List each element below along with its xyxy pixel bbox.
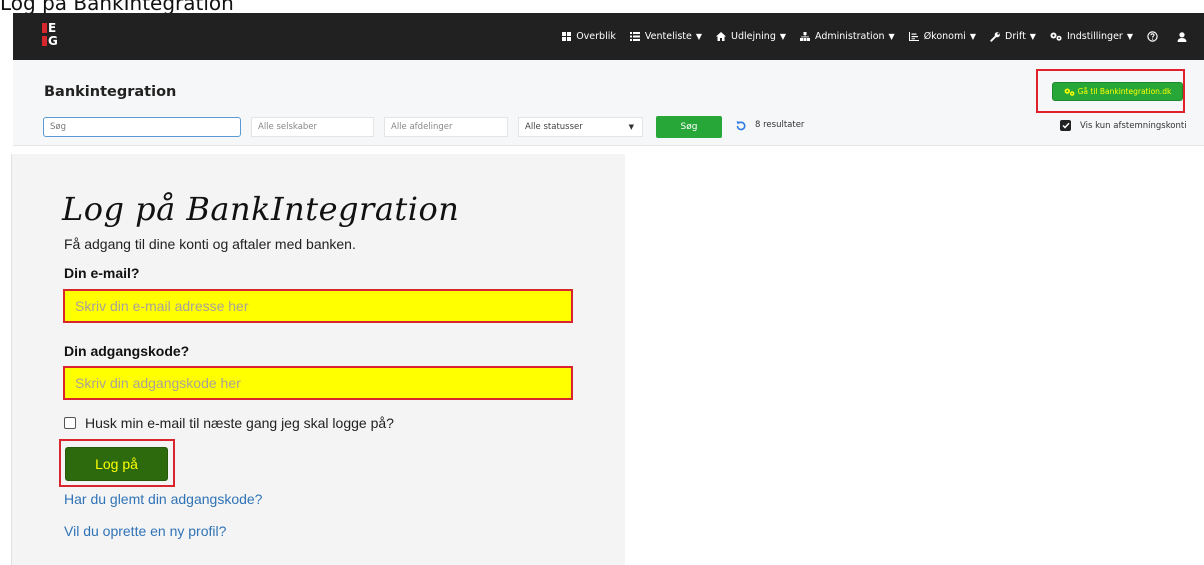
status-filter-select[interactable]: Alle statusser ▼ bbox=[518, 117, 643, 137]
search-button[interactable]: Søg bbox=[656, 116, 722, 138]
nav-item-venteliste[interactable]: Venteliste ▼ bbox=[629, 31, 703, 42]
password-label: Din adgangskode? bbox=[64, 343, 190, 359]
login-subtitle: Få adgang til dine konti og aftaler med … bbox=[64, 236, 356, 252]
nav-menu: Overblik Venteliste ▼ Udlejning ▼ Administ… bbox=[548, 13, 1204, 60]
create-profile-link[interactable]: Vil du oprette en ny profil? bbox=[64, 523, 226, 539]
reconcile-only-checkbox[interactable]: Vis kun afstemningskonti bbox=[1060, 120, 1187, 131]
results-count: 8 resultater bbox=[755, 120, 805, 130]
login-button[interactable]: Log på bbox=[65, 447, 168, 481]
eg-logo[interactable]: E G bbox=[42, 21, 62, 49]
nav-item-indstillinger[interactable]: Indstillinger ▼ bbox=[1050, 31, 1133, 42]
bankintegration-subheader: Bankintegration Gå til Bankintegration.d… bbox=[13, 60, 1204, 146]
password-field[interactable] bbox=[65, 368, 571, 398]
chevron-down-icon: ▼ bbox=[969, 32, 977, 41]
chevron-down-icon: ▼ bbox=[779, 32, 787, 41]
login-title: Log på BankIntegration bbox=[62, 190, 460, 228]
top-navbar: E G Overblik Venteliste ▼ Udlejning ▼ Admi… bbox=[13, 13, 1204, 60]
chevron-down-icon: ▼ bbox=[1029, 32, 1036, 41]
list-icon bbox=[629, 32, 640, 41]
page-title: Bankintegration bbox=[44, 84, 177, 100]
chevron-down-icon: ▼ bbox=[695, 32, 703, 41]
refresh-icon[interactable] bbox=[735, 119, 747, 137]
password-field-highlight bbox=[63, 366, 573, 400]
email-field[interactable] bbox=[65, 291, 571, 321]
chart-icon bbox=[908, 32, 919, 41]
sitemap-icon bbox=[800, 32, 811, 41]
wrench-icon bbox=[990, 31, 1000, 42]
user-icon bbox=[1177, 31, 1187, 42]
login-panel: Log på BankIntegration Få adgang til din… bbox=[11, 154, 625, 565]
email-label: Din e-mail? bbox=[64, 265, 140, 281]
checkbox-box bbox=[64, 417, 76, 429]
email-field-highlight bbox=[63, 289, 573, 323]
nav-item-okonomi[interactable]: Økonomi ▼ bbox=[908, 31, 977, 42]
login-button-highlight: Log på bbox=[59, 439, 175, 487]
forgot-password-link[interactable]: Har du glemt din adgangskode? bbox=[64, 491, 262, 507]
chevron-down-icon: ▼ bbox=[1126, 32, 1133, 41]
question-circle-icon bbox=[1147, 31, 1158, 42]
nav-item-overblik[interactable]: Overblik bbox=[562, 31, 616, 42]
check-icon bbox=[1060, 120, 1071, 131]
nav-item-drift[interactable]: Drift ▼ bbox=[990, 31, 1036, 42]
cogs-icon bbox=[1050, 32, 1062, 41]
chevron-down-icon: ▼ bbox=[888, 32, 895, 41]
search-input[interactable]: Søg bbox=[43, 117, 241, 137]
nav-item-udlejning[interactable]: Udlejning ▼ bbox=[716, 31, 786, 42]
cogs-icon bbox=[1064, 87, 1074, 96]
remember-email-checkbox[interactable]: Husk min e-mail til næste gang jeg skal … bbox=[64, 415, 394, 431]
user-menu[interactable] bbox=[1177, 31, 1192, 42]
goto-bankintegration-highlight: Gå til Bankintegration.dk bbox=[1036, 69, 1185, 113]
department-filter[interactable]: Alle afdelinger bbox=[384, 117, 508, 137]
chevron-down-icon: ▼ bbox=[628, 123, 634, 131]
goto-bankintegration-button[interactable]: Gå til Bankintegration.dk bbox=[1052, 82, 1183, 101]
company-filter[interactable]: Alle selskaber bbox=[251, 117, 374, 137]
windows-icon bbox=[562, 32, 572, 41]
help-button[interactable] bbox=[1147, 31, 1163, 42]
home-icon bbox=[716, 32, 727, 41]
nav-item-administration[interactable]: Administration ▼ bbox=[800, 31, 895, 42]
